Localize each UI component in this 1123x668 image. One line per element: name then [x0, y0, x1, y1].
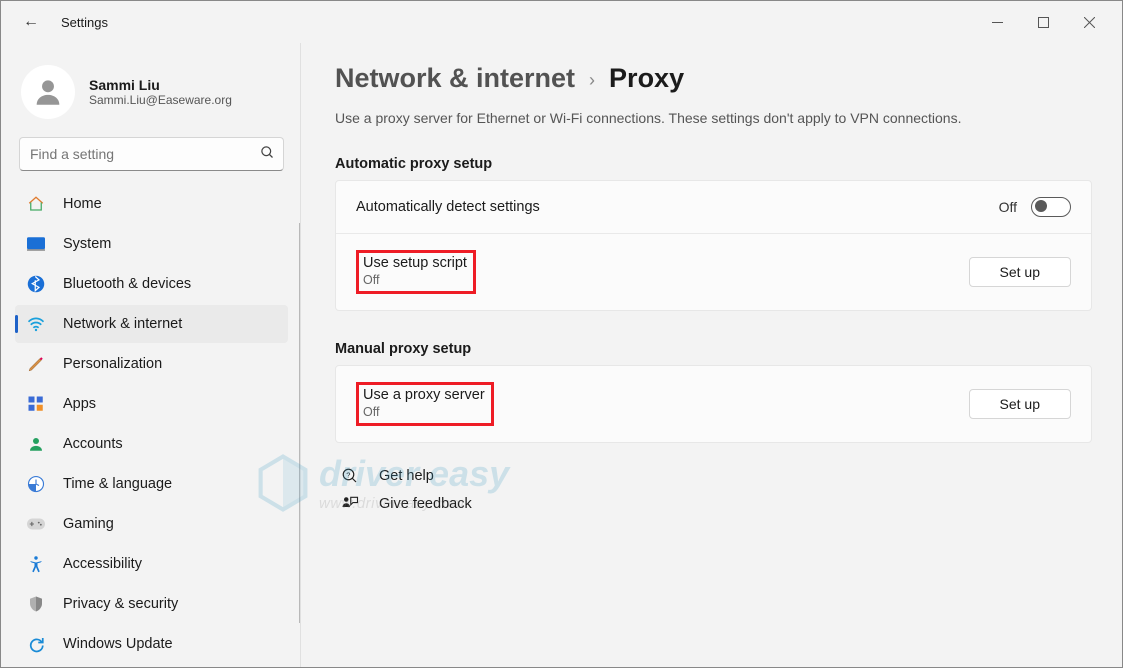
- highlight-box: Use setup script Off: [356, 250, 476, 294]
- search-input[interactable]: [19, 137, 284, 171]
- home-icon: [27, 195, 45, 213]
- app-title: Settings: [61, 15, 108, 30]
- sidebar-item-label: Privacy & security: [63, 596, 178, 612]
- sidebar-item-label: Accounts: [63, 436, 123, 452]
- give-feedback-link[interactable]: Give feedback: [335, 495, 1092, 513]
- help-label: Get help: [379, 468, 434, 484]
- sidebar-item-accessibility[interactable]: Accessibility: [15, 545, 288, 583]
- setup-script-button[interactable]: Set up: [969, 257, 1071, 287]
- sidebar-item-label: Home: [63, 196, 102, 212]
- close-icon[interactable]: [1066, 6, 1112, 38]
- feedback-label: Give feedback: [379, 496, 472, 512]
- sidebar-item-accounts[interactable]: Accounts: [15, 425, 288, 463]
- gaming-icon: [27, 515, 45, 533]
- sidebar-item-apps[interactable]: Apps: [15, 385, 288, 423]
- sidebar-item-label: Personalization: [63, 356, 162, 372]
- get-help-link[interactable]: ? Get help: [335, 467, 1092, 485]
- bluetooth-icon: [27, 275, 45, 293]
- breadcrumb-parent[interactable]: Network & internet: [335, 63, 575, 94]
- privacy-icon: [27, 595, 45, 613]
- sidebar-item-bluetooth[interactable]: Bluetooth & devices: [15, 265, 288, 303]
- title-bar: ← Settings: [1, 1, 1122, 43]
- system-icon: [27, 235, 45, 253]
- accessibility-icon: [27, 555, 45, 573]
- sidebar-item-label: Network & internet: [63, 316, 182, 332]
- page-description: Use a proxy server for Ethernet or Wi-Fi…: [335, 110, 1092, 126]
- sidebar-item-label: Accessibility: [63, 556, 142, 572]
- card-auto-proxy: Automatically detect settings Off Use se…: [335, 180, 1092, 311]
- user-profile[interactable]: Sammi Liu Sammi.Liu@Easeware.org: [15, 61, 288, 137]
- scroll-divider: [299, 223, 300, 623]
- search-icon: [260, 145, 275, 164]
- row-label: Use setup script: [363, 255, 467, 271]
- sidebar-item-label: Gaming: [63, 516, 114, 532]
- sidebar-item-label: Apps: [63, 396, 96, 412]
- breadcrumb: Network & internet › Proxy: [335, 63, 1092, 94]
- feedback-icon: [341, 495, 359, 513]
- row-auto-detect: Automatically detect settings Off: [336, 181, 1091, 234]
- card-manual-proxy: Use a proxy server Off Set up: [335, 365, 1092, 443]
- row-state: Off: [363, 273, 467, 287]
- update-icon: [27, 635, 45, 653]
- help-icon: ?: [341, 467, 359, 485]
- row-label: Use a proxy server: [363, 387, 485, 403]
- highlight-box: Use a proxy server Off: [356, 382, 494, 426]
- personalization-icon: [27, 355, 45, 373]
- row-label: Automatically detect settings: [356, 199, 999, 215]
- back-icon[interactable]: ←: [19, 13, 43, 31]
- setup-proxy-button[interactable]: Set up: [969, 389, 1071, 419]
- toggle-auto-detect[interactable]: [1031, 197, 1071, 217]
- toggle-state: Off: [999, 199, 1017, 215]
- sidebar-item-home[interactable]: Home: [15, 185, 288, 223]
- apps-icon: [27, 395, 45, 413]
- svg-text:?: ?: [346, 471, 350, 480]
- maximize-icon[interactable]: [1020, 6, 1066, 38]
- breadcrumb-current: Proxy: [609, 63, 684, 94]
- section-title-auto: Automatic proxy setup: [335, 156, 1092, 172]
- network-icon: [27, 315, 45, 333]
- sidebar-item-label: Time & language: [63, 476, 172, 492]
- row-setup-script: Use setup script Off Set up: [336, 234, 1091, 310]
- sidebar-item-label: Windows Update: [63, 636, 173, 652]
- sidebar-item-label: System: [63, 236, 111, 252]
- sidebar-item-network[interactable]: Network & internet: [15, 305, 288, 343]
- section-title-manual: Manual proxy setup: [335, 341, 1092, 357]
- sidebar-item-system[interactable]: System: [15, 225, 288, 263]
- sidebar-item-label: Bluetooth & devices: [63, 276, 191, 292]
- accounts-icon: [27, 435, 45, 453]
- sidebar-item-gaming[interactable]: Gaming: [15, 505, 288, 543]
- time-icon: [27, 475, 45, 493]
- search-box[interactable]: [19, 137, 284, 171]
- row-state: Off: [363, 405, 485, 419]
- minimize-icon[interactable]: [974, 6, 1020, 38]
- user-name: Sammi Liu: [89, 77, 232, 93]
- sidebar: Sammi Liu Sammi.Liu@Easeware.org Home Sy…: [1, 43, 301, 667]
- chevron-right-icon: ›: [589, 70, 595, 91]
- sidebar-item-personalization[interactable]: Personalization: [15, 345, 288, 383]
- sidebar-item-privacy[interactable]: Privacy & security: [15, 585, 288, 623]
- user-email: Sammi.Liu@Easeware.org: [89, 93, 232, 107]
- row-proxy-server: Use a proxy server Off Set up: [336, 366, 1091, 442]
- nav-list: Home System Bluetooth & devices Network …: [15, 185, 288, 663]
- sidebar-item-update[interactable]: Windows Update: [15, 625, 288, 663]
- sidebar-item-time[interactable]: Time & language: [15, 465, 288, 503]
- avatar-icon: [21, 65, 75, 119]
- main-content: Network & internet › Proxy Use a proxy s…: [301, 43, 1122, 667]
